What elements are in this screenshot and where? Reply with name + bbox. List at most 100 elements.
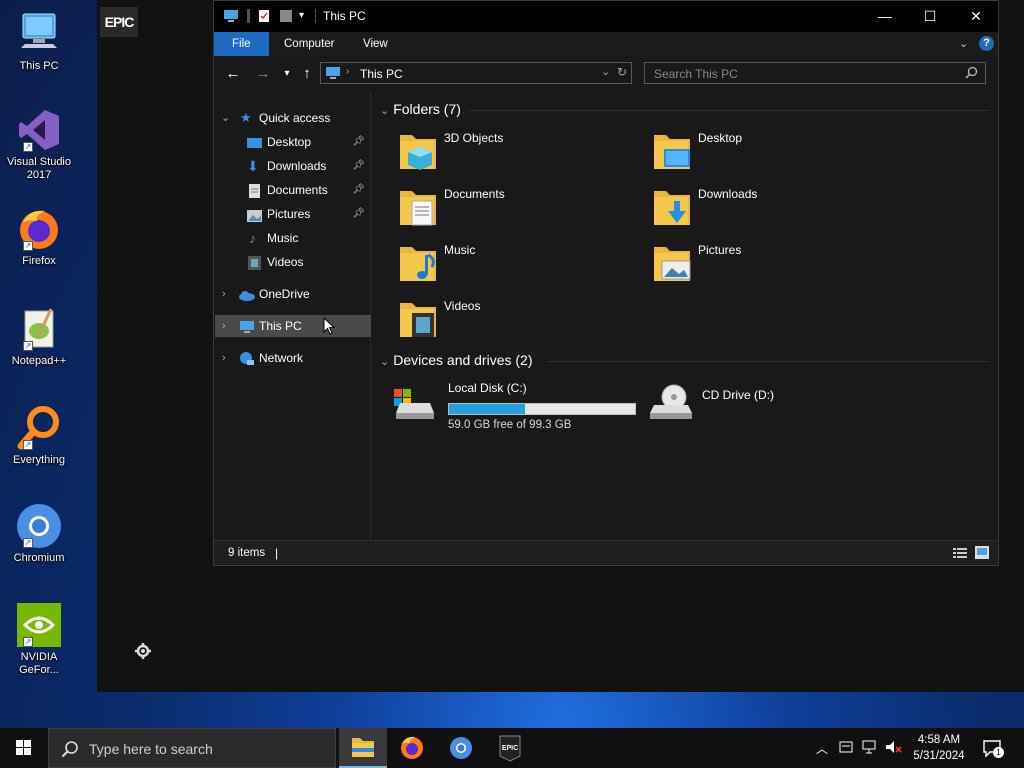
taskbar-epic-games[interactable]: EPIC [486,728,534,768]
folder-desktop[interactable]: Desktop [652,129,892,179]
taskbar-file-explorer[interactable] [339,728,387,768]
this-pc-small-icon [325,66,341,83]
chevron-right-icon[interactable]: › [222,283,226,305]
epic-games-logo[interactable]: EPIC [100,7,138,37]
group-title: Folders (7) [393,101,461,117]
divider [470,110,990,111]
system-clock[interactable]: 4:58 AM 5/31/2024 [906,732,972,764]
start-button[interactable] [0,728,48,768]
title-bar[interactable]: ▾ This PC — ☐ ✕ [214,1,998,32]
chevron-down-icon[interactable]: ⌄ [380,105,389,117]
documents-folder-icon [398,185,438,229]
forward-button[interactable]: → [254,65,272,83]
search-placeholder: Search This PC [654,67,738,81]
folders-group-header[interactable]: ⌄ Folders (7) [380,101,461,117]
drives-group-header[interactable]: ⌄ Devices and drives (2) [380,352,533,368]
back-button[interactable]: ← [224,65,242,83]
sidebar-item-videos[interactable]: Videos [214,251,369,273]
this-pc-small-icon [239,319,254,333]
details-view-icon[interactable] [953,547,967,562]
sidebar-item-this-pc[interactable]: › This PC [215,315,371,337]
taskbar-chromium[interactable] [437,728,485,768]
clock-time: 4:58 AM [917,734,961,746]
new-folder-icon[interactable] [279,9,293,23]
sidebar-item-music[interactable]: ♪ Music [214,227,369,249]
folder-name: Pictures [698,243,742,257]
refresh-icon[interactable]: ↻ [617,65,627,79]
tab-view[interactable]: View [353,32,398,56]
folder-pictures[interactable]: Pictures [652,241,892,291]
sidebar-item-pictures[interactable]: Pictures 📌︎ [214,203,369,225]
cloud-icon [238,287,255,301]
input-indicator-icon[interactable] [839,740,853,757]
search-input[interactable]: Search This PC [644,62,986,84]
gear-icon[interactable] [134,642,152,660]
desktop-icon-firefox[interactable]: ↗ Firefox [4,205,74,268]
desktop-icon-nvidia[interactable]: ↗ NVIDIA GeFor... [4,601,74,677]
network-status-icon[interactable] [862,740,880,757]
sidebar-item-label: Documents [267,183,328,197]
customize-quick-access-icon[interactable]: ▾ [299,9,313,23]
properties-icon[interactable] [257,9,271,23]
breadcrumb[interactable]: This PC [360,67,403,81]
address-dropdown-icon[interactable]: ⌄ [601,65,610,78]
maximize-button[interactable]: ☐ [907,1,953,32]
sidebar-item-downloads[interactable]: ⬇ Downloads 📌︎ [214,155,369,177]
drive-cd-d[interactable]: CD Drive (D:) [648,379,848,429]
folder-videos[interactable]: Videos [398,297,638,347]
close-button[interactable]: ✕ [953,1,999,32]
volume-muted-icon[interactable] [885,740,903,757]
sidebar-item-label: OneDrive [259,287,310,301]
recent-locations-icon[interactable]: ▾ [278,65,296,83]
folder-documents[interactable]: Documents [398,185,638,235]
sidebar-item-label: Videos [267,255,304,269]
desktop-icon-everything[interactable]: ↗ Everything [4,404,74,467]
folder-music[interactable]: Music [398,241,638,291]
help-icon[interactable]: ? [979,36,994,51]
video-icon [248,255,263,270]
desktop-icon-notepadpp[interactable]: ↗ Notepad++ [4,305,74,368]
taskbar-search-box[interactable]: Type here to search [48,728,336,768]
sidebar-item-desktop[interactable]: Desktop 📌︎ [214,131,369,153]
sidebar-item-network[interactable]: › Network [214,347,369,369]
status-item-count: 9 items [228,547,266,559]
status-separator: | [275,546,279,560]
videos-folder-icon [398,297,438,341]
chevron-down-icon[interactable]: ⌄ [380,356,389,368]
chevron-down-icon[interactable]: ⌄ [221,107,230,129]
drive-local-disk-c[interactable]: Local Disk (C:) 59.0 GB free of 99.3 GB [392,379,642,431]
large-icons-view-icon[interactable] [975,546,989,562]
drive-name: Local Disk (C:) [448,381,527,395]
clock-date: 5/31/2024 [913,750,965,762]
sidebar-item-onedrive[interactable]: › OneDrive [214,283,369,305]
folder-3d-objects[interactable]: 3D Objects [398,129,638,179]
chevron-right-icon[interactable]: › [222,315,226,337]
folder-downloads[interactable]: Downloads [652,185,892,235]
up-button[interactable]: ↑ [298,65,316,83]
everything-icon: ↗ [15,404,63,452]
address-bar[interactable]: › This PC ⌄ ↻ [320,62,632,84]
sidebar-item-documents[interactable]: Documents 📌︎ [214,179,369,201]
show-hidden-icons-chevron-icon[interactable]: ︿ [816,740,828,757]
sidebar-item-quick-access[interactable]: ⌄ ★ Quick access [214,107,369,129]
expand-ribbon-icon[interactable]: ⌄ [959,37,968,50]
chevron-right-icon[interactable]: › [222,347,226,369]
tab-file[interactable]: File [214,32,269,56]
notepadpp-icon: ↗ [15,305,63,353]
separator [315,9,316,23]
desktop-icon-chromium[interactable]: ↗ Chromium [4,502,74,565]
star-icon: ★ [240,110,252,125]
desktop-icon-visual-studio[interactable]: ↗ Visual Studio 2017 [4,106,74,182]
shortcut-arrow-icon: ↗ [23,241,33,251]
separator [247,9,250,23]
minimize-button[interactable]: — [862,1,908,32]
tab-computer[interactable]: Computer [274,32,345,56]
sidebar-item-label: Quick access [259,111,331,125]
sidebar-item-label: Music [267,231,299,245]
folder-name: Videos [444,299,481,313]
network-icon [238,351,254,365]
desktop-icon-this-pc[interactable]: This PC [4,10,74,73]
pin-icon: 📌︎ [352,208,365,219]
taskbar-firefox[interactable] [388,728,436,768]
notification-center-icon[interactable]: 1 [982,738,1004,758]
